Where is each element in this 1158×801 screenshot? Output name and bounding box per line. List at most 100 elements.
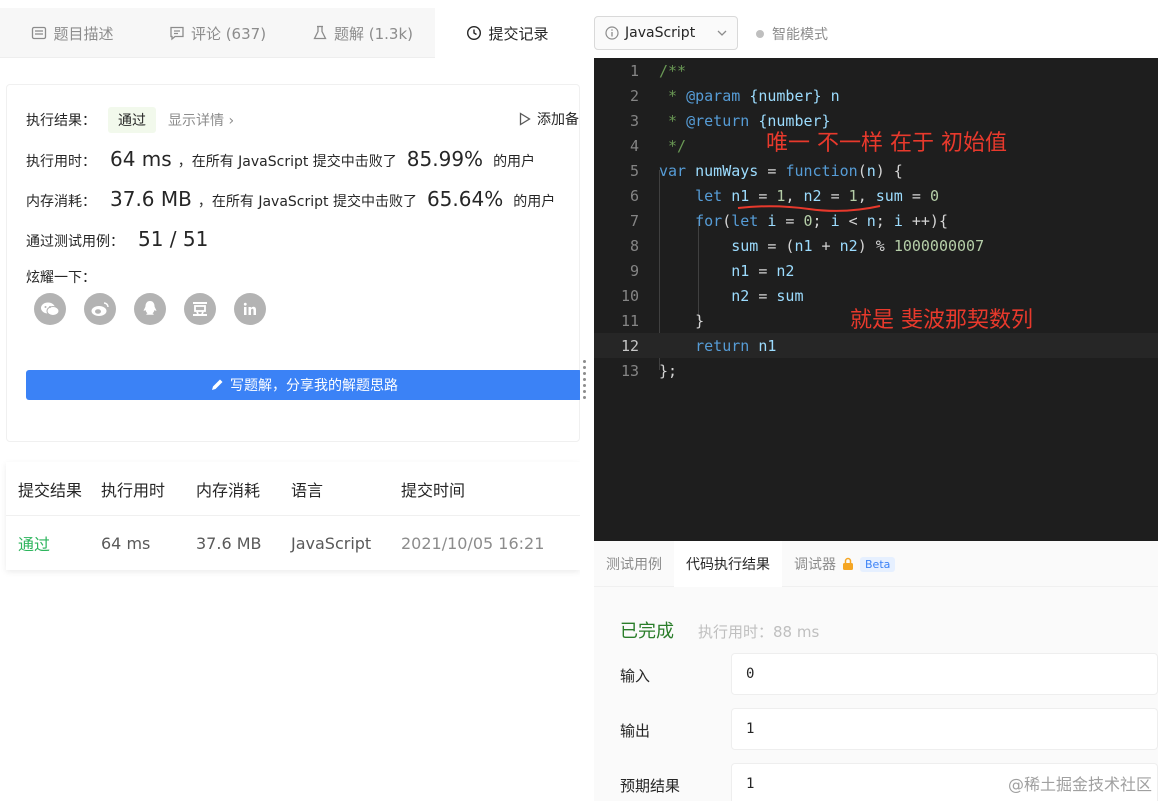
- header-result: 提交结果: [18, 480, 83, 500]
- tab-label: 提交记录: [488, 24, 549, 43]
- header-memory: 内存消耗: [196, 480, 261, 500]
- qq-icon[interactable]: [134, 293, 166, 325]
- memory-row: 内存消耗： 37.6 MB ，在所有 JavaScript 提交中击败了 65.…: [26, 187, 555, 211]
- input-label: 输入: [620, 667, 651, 685]
- add-note-label: 添加备: [537, 112, 579, 128]
- code-line: 5 var numWays = function(n) {: [594, 158, 1158, 183]
- toggle-dot: [756, 30, 764, 38]
- right-panel: JavaScript 智能模式 1/** 2 * @param {number}…: [594, 0, 1158, 801]
- tab-label: 代码执行结果: [686, 557, 770, 573]
- line-number: 4: [629, 136, 639, 155]
- share-icons: [34, 293, 266, 325]
- annotation-initial-value: 唯一 不一样 在于 初始值: [766, 131, 1007, 156]
- description-icon: [32, 26, 47, 40]
- result-card: 执行结果： 通过 显示详情 › 添加备 执行用时： 64 ms ，在所有 Jav…: [6, 84, 580, 442]
- cases-value: 51 / 51: [138, 227, 209, 251]
- line-number: 10: [620, 286, 639, 305]
- lock-icon: [843, 557, 853, 570]
- clock-icon: [467, 25, 482, 41]
- line-number: 1: [629, 61, 639, 80]
- result-label: 执行结果：: [26, 113, 96, 129]
- douban-icon[interactable]: [184, 293, 216, 325]
- language-select[interactable]: JavaScript: [594, 16, 738, 50]
- input-field[interactable]: 0: [731, 653, 1158, 695]
- memory-text: ，在所有 JavaScript 提交中击败了: [197, 194, 417, 210]
- header-time: 提交时间: [401, 480, 466, 500]
- share-row: 炫耀一下：: [26, 267, 96, 287]
- share-label: 炫耀一下：: [26, 270, 96, 286]
- header-language: 语言: [291, 480, 324, 500]
- panel-resize-handle[interactable]: [583, 360, 587, 410]
- annotation-underline: [737, 205, 881, 212]
- table-row[interactable]: 通过 64 ms 37.6 MB JavaScript 2021/10/05 1…: [6, 516, 580, 570]
- line-number: 7: [629, 211, 639, 230]
- cell-runtime: 64 ms: [101, 533, 151, 553]
- submissions-table: 提交结果 执行用时 内存消耗 语言 提交时间 通过 64 ms 37.6 MB …: [6, 462, 580, 570]
- tab-label: 评论 (637): [190, 24, 267, 43]
- line-number: 2: [629, 86, 639, 105]
- line-number: 6: [629, 186, 639, 205]
- beta-badge: Beta: [860, 556, 896, 572]
- runtime-row: 执行用时： 64 ms ，在所有 JavaScript 提交中击败了 85.99…: [26, 147, 535, 171]
- header-runtime: 执行用时: [101, 480, 166, 500]
- line-number: 8: [629, 236, 639, 255]
- linkedin-icon[interactable]: [234, 293, 266, 325]
- play-icon: [519, 112, 531, 126]
- chevron-down-icon: [717, 30, 727, 36]
- annotation-fibonacci: 就是 斐波那契数列: [850, 308, 1033, 333]
- status-text: 已完成: [620, 621, 674, 642]
- left-panel: 题目描述 评论 (637) 题解 (1.3k) 提交记录 执行结果： 通过 显示…: [0, 0, 580, 801]
- cell-memory: 37.6 MB: [196, 533, 262, 553]
- memory-suffix: 的用户: [513, 194, 556, 210]
- output-field: 1: [731, 708, 1158, 750]
- expected-label: 预期结果: [620, 777, 681, 795]
- tab-debugger[interactable]: 调试器 Beta: [782, 541, 907, 587]
- code-line: 1/**: [594, 58, 1158, 83]
- cell-result[interactable]: 通过: [6, 531, 101, 555]
- memory-label: 内存消耗：: [26, 194, 96, 210]
- line-number: 3: [629, 111, 639, 130]
- show-details-link[interactable]: 显示详情 ›: [168, 110, 234, 130]
- tab-label: 调试器: [794, 557, 836, 573]
- line-number: 5: [629, 161, 639, 180]
- output-label: 输出: [620, 722, 651, 740]
- tab-run-result[interactable]: 代码执行结果: [674, 541, 782, 587]
- status-badge: 通过: [108, 107, 156, 133]
- runtime-percent: 85.99%: [406, 147, 484, 171]
- memory-percent: 65.64%: [426, 187, 504, 211]
- smart-mode-label: 智能模式: [772, 27, 828, 43]
- tab-bar: 题目描述 评论 (637) 题解 (1.3k) 提交记录: [0, 8, 580, 58]
- status-row: 已完成 执行用时：88 ms: [620, 617, 819, 643]
- language-value: JavaScript: [625, 25, 696, 41]
- code-editor[interactable]: 1/** 2 * @param {number} n 3 * @return {…: [594, 58, 1158, 541]
- console-tabs: 测试用例 代码执行结果 调试器 Beta: [594, 541, 1158, 587]
- smart-mode-toggle[interactable]: 智能模式: [756, 24, 828, 44]
- comment-icon: [170, 26, 184, 41]
- runtime-value: 64 ms: [110, 147, 172, 171]
- write-solution-label: 写题解，分享我的解题思路: [230, 378, 398, 394]
- exec-time: 执行用时：88 ms: [698, 623, 820, 641]
- weibo-icon[interactable]: [84, 293, 116, 325]
- code-line-current: 12 return n1: [594, 333, 1158, 358]
- runtime-label: 执行用时：: [26, 154, 96, 170]
- line-number: 11: [620, 311, 639, 330]
- tab-submissions[interactable]: 提交记录: [435, 8, 580, 58]
- code-line: 9 n1 = n2: [594, 258, 1158, 283]
- tab-comments[interactable]: 评论 (637): [145, 8, 290, 58]
- line-number: 12: [620, 336, 639, 355]
- cases-label: 通过测试用例：: [26, 234, 124, 250]
- runtime-text: ，在所有 JavaScript 提交中击败了: [177, 154, 397, 170]
- tab-testcase[interactable]: 测试用例: [594, 541, 674, 587]
- code-line: 13};: [594, 358, 1158, 383]
- tab-description[interactable]: 题目描述: [0, 8, 145, 58]
- runtime-suffix: 的用户: [493, 154, 536, 170]
- tab-solutions[interactable]: 题解 (1.3k): [290, 8, 435, 58]
- wechat-icon[interactable]: [34, 293, 66, 325]
- tab-label: 题目描述: [53, 24, 114, 43]
- watermark: @稀土掘金技术社区: [1007, 775, 1152, 794]
- cases-row: 通过测试用例： 51 / 51: [26, 227, 214, 251]
- add-note-button[interactable]: 添加备: [519, 109, 579, 129]
- table-header: 提交结果 执行用时 内存消耗 语言 提交时间: [6, 462, 580, 516]
- editor-toolbar: JavaScript 智能模式: [594, 0, 1158, 58]
- write-solution-button[interactable]: 写题解，分享我的解题思路: [26, 370, 580, 400]
